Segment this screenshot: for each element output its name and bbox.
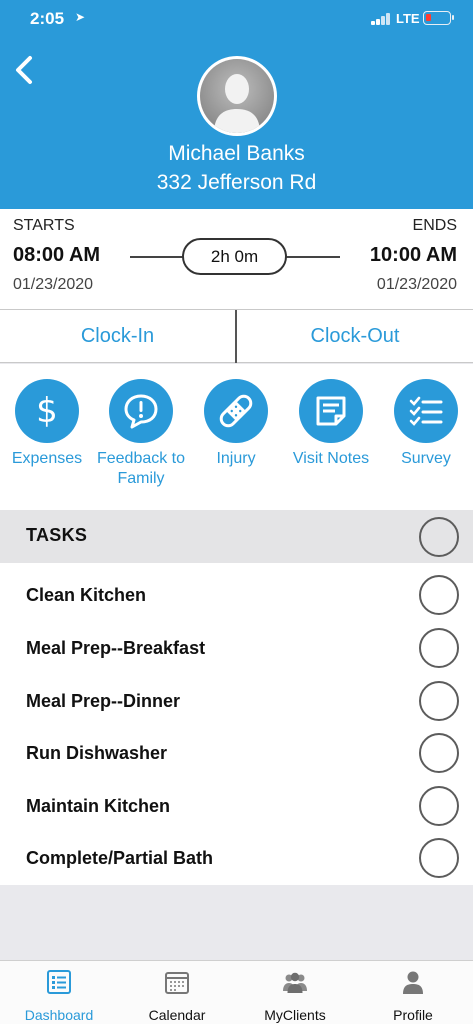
feedback-button[interactable]: Feedback to Family [94, 379, 188, 489]
bandage-icon [219, 394, 253, 428]
task-checkbox[interactable] [419, 733, 459, 773]
task-label: Maintain Kitchen [26, 796, 171, 816]
survey-label: Survey [401, 450, 451, 467]
tab-dashboard[interactable]: Dashboard [0, 961, 118, 1024]
visit-notes-label: Visit Notes [292, 450, 370, 467]
dashboard-icon [47, 970, 71, 994]
clock-row: Clock-In Clock-Out [0, 310, 473, 363]
tab-calendar[interactable]: Calendar [118, 961, 236, 1024]
tasks-list: Clean Kitchen Meal Prep--Breakfast Meal … [0, 563, 473, 885]
clock-in-button[interactable]: Clock-In [0, 310, 235, 363]
task-checkbox[interactable] [419, 575, 459, 615]
clients-icon [283, 972, 307, 993]
ends-label: ENDS [412, 217, 457, 234]
dollar-icon: $ [36, 391, 58, 431]
start-time: 08:00 AM [13, 244, 101, 266]
task-checkbox[interactable] [419, 786, 459, 826]
battery-icon [423, 11, 454, 25]
duration-pill: 2h 0m [182, 238, 287, 275]
person-silhouette-icon [214, 74, 260, 133]
survey-button[interactable]: Survey [379, 379, 473, 469]
starts-label: STARTS [13, 217, 75, 234]
expenses-button[interactable]: $ Expenses [0, 379, 94, 469]
end-date: 01/23/2020 [376, 276, 457, 293]
task-label: Run Dishwasher [26, 743, 168, 763]
task-checkbox[interactable] [419, 838, 459, 878]
tab-profile-label: Profile [393, 1007, 433, 1023]
checklist-icon [409, 396, 443, 426]
task-label: Complete/Partial Bath [26, 848, 214, 868]
tab-bar: Dashboard Calendar MyClients Profile [0, 960, 473, 1024]
chevron-left-icon [16, 56, 32, 84]
profile-icon [403, 971, 423, 994]
task-label: Clean Kitchen [26, 585, 147, 605]
duration-line-left [130, 256, 183, 258]
list-item: Meal Prep--Breakfast [0, 621, 473, 673]
back-button[interactable] [12, 52, 40, 88]
end-time: 10:00 AM [369, 244, 457, 266]
location-arrow-icon: ➤ [75, 10, 86, 24]
task-label: Meal Prep--Dinner [26, 691, 181, 711]
tasks-title: TASKS [26, 525, 88, 545]
svg-text:$: $ [36, 391, 58, 431]
feedback-label: Feedback to Family [96, 450, 186, 487]
calendar-icon [165, 972, 189, 994]
list-item: Clean Kitchen [0, 568, 473, 620]
tab-myclients[interactable]: MyClients [236, 961, 354, 1024]
expenses-label: Expenses [11, 450, 83, 467]
feedback-icon [124, 394, 158, 429]
injury-label: Injury [216, 450, 256, 467]
list-item: Run Dishwasher [0, 726, 473, 778]
start-date: 01/23/2020 [13, 276, 94, 293]
tab-profile[interactable]: Profile [354, 961, 472, 1024]
select-all-tasks-checkbox[interactable] [419, 517, 459, 557]
notes-icon [316, 396, 346, 426]
injury-button[interactable]: Injury [189, 379, 283, 469]
signal-icon [371, 13, 393, 25]
task-checkbox[interactable] [419, 681, 459, 721]
clock-out-button[interactable]: Clock-Out [237, 310, 473, 363]
list-item: Maintain Kitchen [0, 779, 473, 831]
client-header: 2:05 ➤ LTE Michael Banks 332 Jefferson R… [0, 0, 473, 209]
visit-schedule: STARTS ENDS 08:00 AM 10:00 AM 01/23/2020… [0, 209, 473, 310]
client-name: Michael Banks [168, 142, 305, 165]
client-address: 332 Jefferson Rd [156, 171, 317, 194]
visit-notes-button[interactable]: Visit Notes [284, 379, 378, 469]
task-checkbox[interactable] [419, 628, 459, 668]
avatar [197, 56, 277, 136]
status-time: 2:05 [30, 9, 65, 28]
tab-calendar-label: Calendar [148, 1007, 206, 1023]
list-item: Complete/Partial Bath [0, 831, 473, 883]
duration-line-right [286, 256, 340, 258]
task-label: Meal Prep--Breakfast [26, 638, 206, 658]
list-item: Meal Prep--Dinner [0, 674, 473, 726]
visit-actions: $ Expenses Feedback to Family Injury Vis… [0, 364, 473, 510]
network-type: LTE [396, 11, 420, 26]
tab-dashboard-label: Dashboard [24, 1007, 94, 1023]
tab-myclients-label: MyClients [264, 1007, 326, 1023]
tasks-header: TASKS [0, 510, 473, 563]
